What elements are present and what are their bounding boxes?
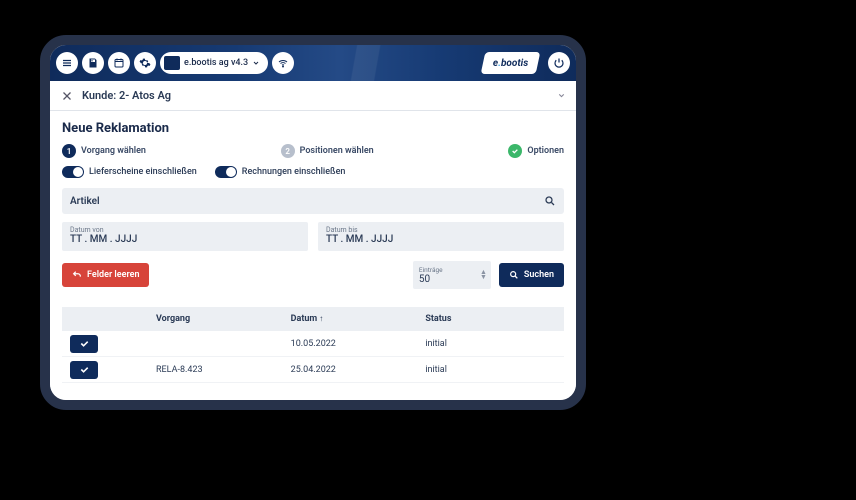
top-bar: e.bootis ag v4.3 e.bootis — [50, 45, 576, 81]
row-select-button[interactable] — [70, 335, 98, 353]
chevron-down-icon — [252, 59, 260, 67]
save-button[interactable] — [82, 52, 104, 74]
cell-vorgang: RELA-8.423 — [156, 365, 291, 375]
step-1-number: 1 — [62, 144, 76, 158]
entries-value: 50 — [419, 274, 485, 285]
check-icon — [79, 338, 90, 349]
step-3[interactable]: Optionen — [508, 144, 564, 158]
app-frame: e.bootis ag v4.3 e.bootis Kunde: 2- Atos… — [40, 35, 586, 410]
step-1-label: Vorgang wählen — [81, 146, 146, 156]
cell-datum: 10.05.2022 — [291, 339, 426, 349]
table-row[interactable]: RELA-8.423 25.04.2022 initial — [62, 357, 564, 383]
date-to-label: Datum bis — [326, 226, 556, 234]
search-icon[interactable] — [544, 195, 556, 207]
cell-status: initial — [425, 339, 560, 349]
date-to-value: TT . MM . JJJJ — [326, 234, 556, 245]
spinner-icon: ▲▼ — [480, 270, 487, 280]
toggle-delivery-label: Lieferscheine einschließen — [89, 167, 197, 177]
cell-status: initial — [425, 365, 560, 375]
search-button-label: Suchen — [524, 270, 554, 280]
article-search-label: Artikel — [70, 196, 100, 207]
wizard-stepper: 1 Vorgang wählen 2 Positionen wählen Opt… — [62, 144, 564, 158]
settings-button[interactable] — [134, 52, 156, 74]
breadcrumb-bar: Kunde: 2- Atos Ag — [50, 81, 576, 111]
check-icon — [79, 364, 90, 375]
step-1[interactable]: 1 Vorgang wählen — [62, 144, 146, 158]
step-3-label: Optionen — [527, 146, 564, 156]
clear-fields-label: Felder leeren — [87, 270, 139, 280]
toggle-row: Lieferscheine einschließen Rechnungen ei… — [62, 166, 564, 178]
entries-selector[interactable]: Einträge 50 ▲▼ — [413, 261, 491, 289]
date-to-field[interactable]: Datum bis TT . MM . JJJJ — [318, 222, 564, 251]
tenant-selector[interactable]: e.bootis ag v4.3 — [160, 52, 268, 74]
date-filters: Datum von TT . MM . JJJJ Datum bis TT . … — [62, 222, 564, 251]
article-search[interactable]: Artikel — [62, 188, 564, 214]
breadcrumb-title: Kunde: 2- Atos Ag — [82, 89, 171, 102]
tenant-label: e.bootis ag v4.3 — [184, 58, 248, 68]
search-button[interactable]: Suchen — [499, 263, 564, 287]
col-header-datum[interactable]: Datum↑ — [291, 314, 426, 324]
truck-icon — [164, 56, 180, 70]
step-2[interactable]: 2 Positionen wählen — [281, 144, 374, 158]
table-header: Vorgang Datum↑ Status — [62, 307, 564, 331]
brand-logo: e.bootis — [480, 52, 540, 74]
check-icon — [508, 144, 522, 158]
table-row[interactable]: 10.05.2022 initial — [62, 331, 564, 357]
sort-asc-icon: ↑ — [319, 314, 323, 323]
clear-fields-button[interactable]: Felder leeren — [62, 263, 149, 287]
col-header-vorgang[interactable]: Vorgang — [156, 314, 291, 324]
step-2-number: 2 — [281, 144, 295, 158]
row-select-button[interactable] — [70, 361, 98, 379]
search-icon — [509, 270, 519, 280]
col-header-status[interactable]: Status — [425, 314, 560, 324]
undo-icon — [72, 270, 82, 280]
toggle-delivery-notes[interactable]: Lieferscheine einschließen — [62, 166, 197, 178]
toggle-invoices-label: Rechnungen einschließen — [242, 167, 346, 177]
main-content: Neue Reklamation 1 Vorgang wählen 2 Posi… — [50, 111, 576, 400]
menu-button[interactable] — [56, 52, 78, 74]
calendar-button[interactable] — [108, 52, 130, 74]
switch-icon — [62, 166, 84, 178]
expand-subheader[interactable] — [557, 91, 566, 100]
step-2-label: Positionen wählen — [300, 146, 374, 156]
page-title: Neue Reklamation — [62, 121, 564, 136]
switch-icon — [215, 166, 237, 178]
power-button[interactable] — [548, 52, 570, 74]
action-row: Felder leeren Einträge 50 ▲▼ Suchen — [62, 261, 564, 289]
wifi-button[interactable] — [272, 52, 294, 74]
cell-datum: 25.04.2022 — [291, 365, 426, 375]
close-icon[interactable] — [60, 89, 74, 103]
date-from-label: Datum von — [70, 226, 300, 234]
date-from-field[interactable]: Datum von TT . MM . JJJJ — [62, 222, 308, 251]
date-from-value: TT . MM . JJJJ — [70, 234, 300, 245]
toggle-invoices[interactable]: Rechnungen einschließen — [215, 166, 346, 178]
entries-label: Einträge — [419, 266, 485, 274]
